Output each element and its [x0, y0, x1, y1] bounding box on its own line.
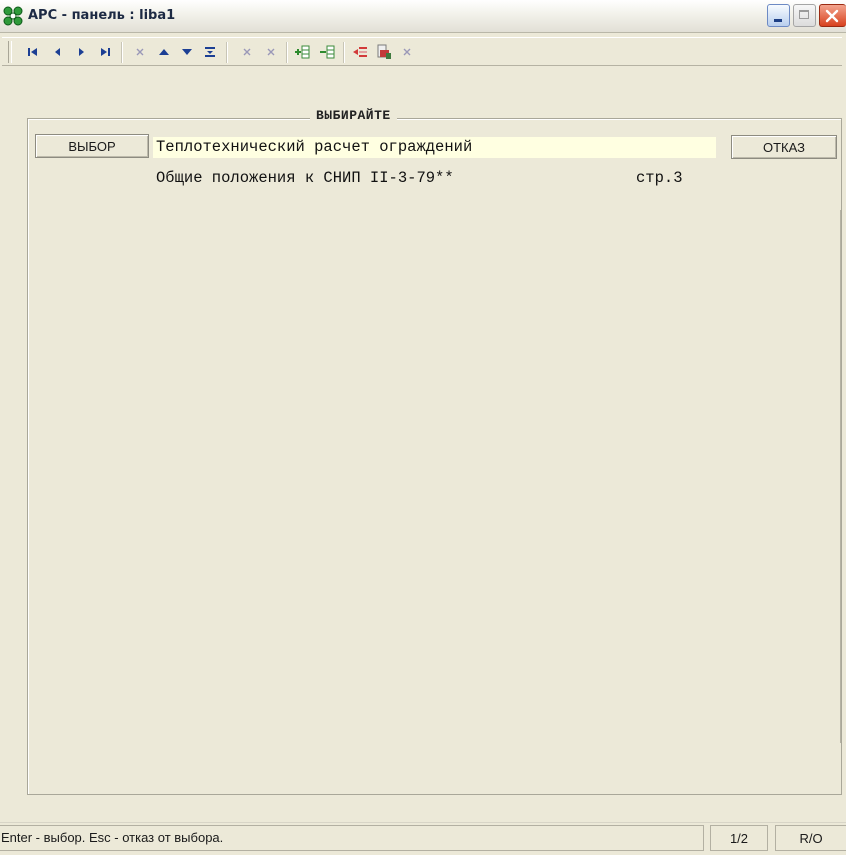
cut-disabled-icon [243, 48, 251, 56]
delete-disabled-icon [136, 48, 144, 56]
sum-icon [205, 47, 215, 57]
print-icon [377, 44, 391, 59]
close-button[interactable] [819, 4, 846, 27]
list-item-selected[interactable]: Теплотехнический расчет ограждений [153, 137, 716, 158]
first-record-icon [28, 48, 37, 56]
selection-group [27, 118, 842, 795]
last-record-icon [101, 48, 110, 56]
toolbar [2, 37, 842, 66]
prev-record-button[interactable] [49, 43, 67, 61]
first-record-button[interactable] [24, 43, 42, 61]
last-record-button[interactable] [96, 43, 114, 61]
choose-button[interactable]: ВЫБОР [35, 134, 149, 158]
move-up-button[interactable] [155, 43, 173, 61]
maximize-button [793, 4, 816, 27]
cancel-button[interactable]: ОТКАЗ [731, 135, 837, 159]
status-message: Enter - выбор. Esc - отказ от выбора. [0, 825, 704, 851]
vertical-scrollbar[interactable] [840, 210, 843, 743]
prev-record-icon [55, 48, 60, 56]
delete-row-button[interactable] [318, 43, 336, 61]
close-panel-button [398, 43, 416, 61]
print-button[interactable] [375, 43, 393, 61]
paste-disabled-icon [267, 48, 275, 56]
status-mode: R/O [775, 825, 846, 851]
list-item-page: стр.3 [636, 169, 683, 187]
delete-row-icon [320, 45, 335, 59]
close-disabled-icon [403, 48, 411, 56]
toolbar-separator [121, 42, 123, 63]
flower-app-icon [3, 6, 23, 26]
toolbar-separator [343, 42, 345, 63]
toolbar-grip[interactable] [8, 41, 12, 63]
delete-button [131, 43, 149, 61]
move-up-icon [159, 49, 169, 55]
toolbar-separator [286, 42, 288, 63]
window-title: АРС - панель : liba1 [28, 8, 176, 23]
insert-row-button[interactable] [293, 43, 311, 61]
move-down-icon [182, 49, 192, 55]
list-item[interactable]: Общие положения к СНИП II-3-79** [153, 168, 454, 189]
cut-button [238, 43, 256, 61]
status-page-counter: 1/2 [710, 825, 768, 851]
exit-icon [353, 47, 367, 57]
next-record-button[interactable] [72, 43, 90, 61]
next-record-icon [79, 48, 84, 56]
insert-row-icon [295, 45, 310, 59]
move-down-button[interactable] [178, 43, 196, 61]
exit-button[interactable] [351, 43, 369, 61]
status-bar: Enter - выбор. Esc - отказ от выбора. 1/… [0, 822, 846, 855]
minimize-button[interactable] [767, 4, 790, 27]
paste-button [262, 43, 280, 61]
close-icon [825, 9, 839, 23]
title-bar[interactable]: АРС - панель : liba1 [0, 0, 846, 33]
group-caption: ВЫБИРАЙТЕ [310, 108, 397, 123]
sum-button[interactable] [201, 43, 219, 61]
toolbar-separator [226, 42, 228, 63]
